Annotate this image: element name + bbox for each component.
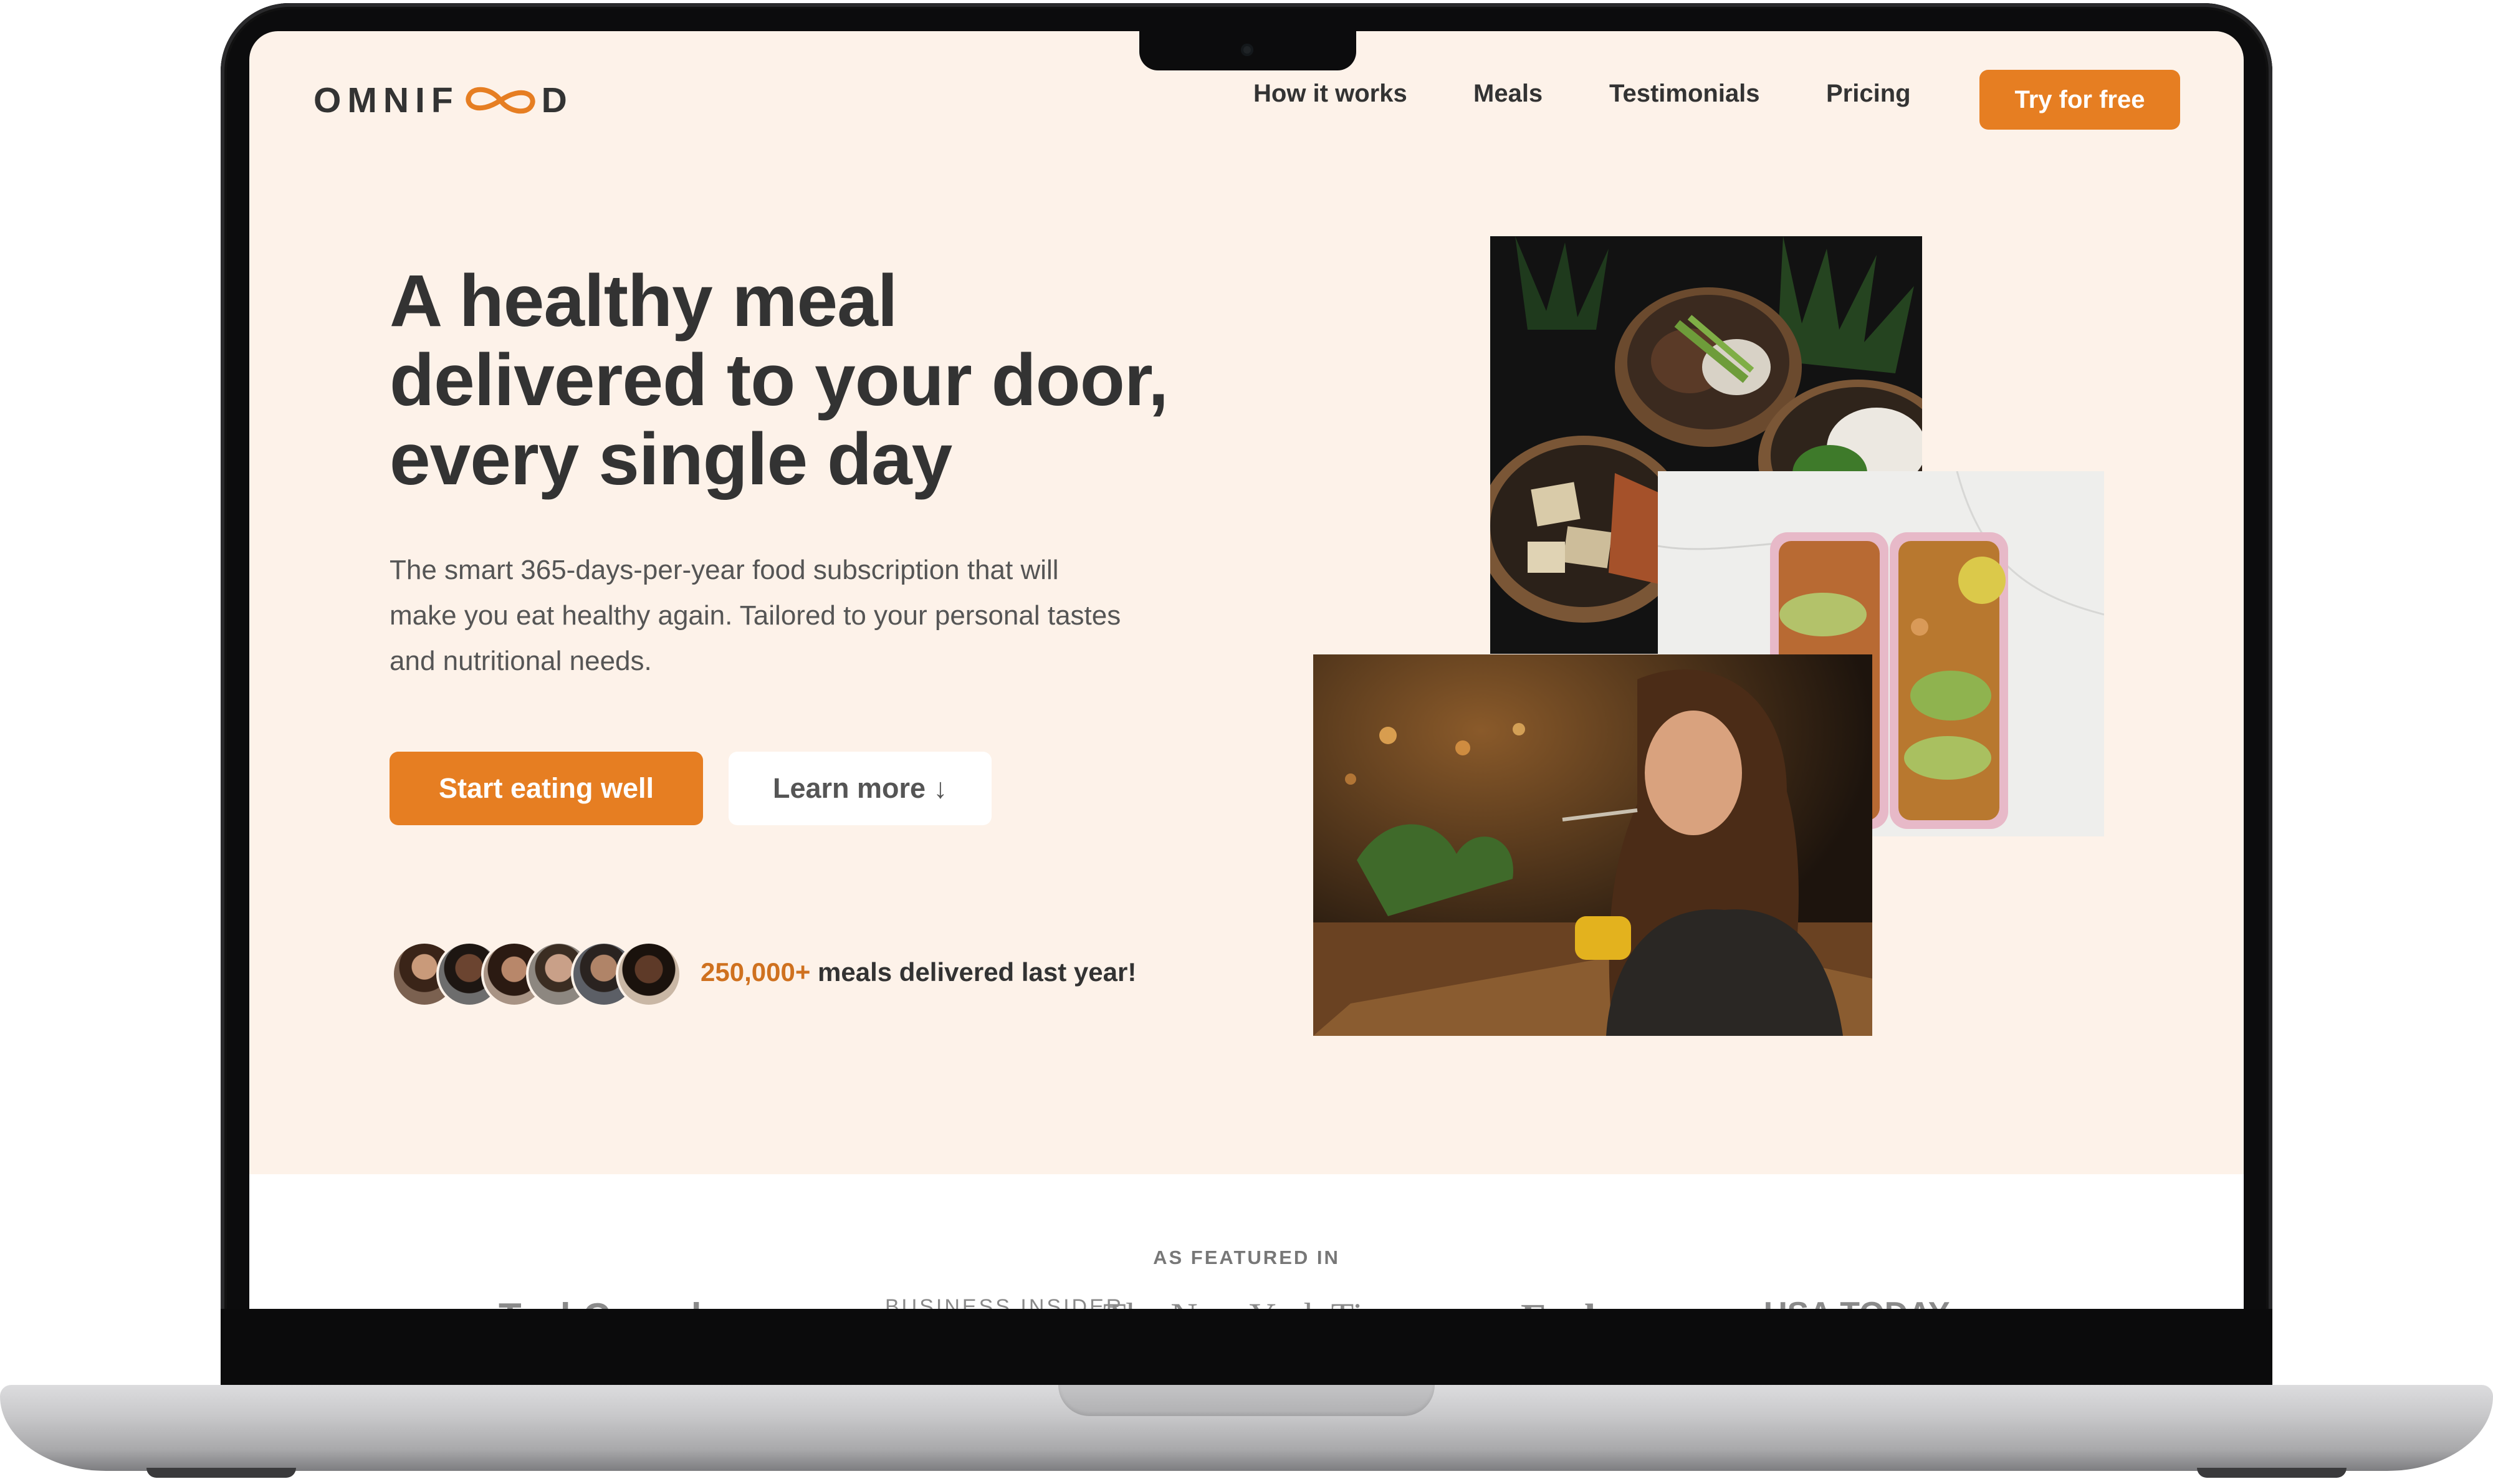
hero-title-line: A healthy meal [390, 260, 897, 342]
laptop-opening-notch [1058, 1385, 1435, 1416]
nav-link-how-it-works[interactable]: How it works [1253, 80, 1407, 108]
hero-description: The smart 365-days-per-year food subscri… [390, 547, 1218, 684]
press-logo-business-insider: BUSINESS INSIDER [885, 1295, 1124, 1310]
press-logo-techcrunch: TechCrunch [499, 1295, 714, 1310]
camera-icon [1241, 44, 1253, 56]
avatar [616, 941, 682, 1007]
hero-description-line: The smart 365-days-per-year food subscri… [390, 555, 1059, 585]
hero-title: A healthy meal delivered to your door, e… [390, 262, 1262, 499]
nav-link-meals[interactable]: Meals [1473, 80, 1543, 108]
omnifood-logo[interactable]: OMNIF D [313, 80, 573, 121]
laptop-foot [146, 1468, 296, 1478]
press-logo-forbes: Forbes [1521, 1295, 1642, 1310]
press-logo-usa-today: USA TODAY [1764, 1295, 1950, 1310]
hero-description-line: make you eat healthy again. Tailored to … [390, 600, 1121, 631]
woman-eating-photo [1313, 654, 1872, 1036]
meals-delivered-label: meals delivered last year! [818, 957, 1137, 987]
start-eating-well-button[interactable]: Start eating well [390, 752, 703, 825]
laptop-foot [2197, 1468, 2347, 1478]
hero-title-line: every single day [390, 418, 952, 500]
press-logo-nyt: The New York Times [1103, 1295, 1423, 1310]
featured-section [249, 1174, 2244, 1311]
hero-description-line: and nutritional needs. [390, 646, 652, 676]
featured-in-label: AS FEATURED IN [1153, 1247, 1340, 1268]
nav-link-pricing[interactable]: Pricing [1826, 80, 1911, 108]
meals-delivered-text: 250,000+ meals delivered last year! [701, 957, 1136, 987]
nav-link-testimonials[interactable]: Testimonials [1609, 80, 1760, 108]
infinity-logo-icon [466, 87, 535, 114]
laptop-chin [221, 1309, 2272, 1387]
meals-delivered-count: 250,000+ [701, 957, 811, 987]
logo-text-left: OMNIF [313, 80, 459, 120]
hero-title-line: delivered to your door, [390, 339, 1169, 421]
logo-text-right: D [541, 80, 573, 120]
try-for-free-button[interactable]: Try for free [1979, 70, 2180, 130]
featured-logos: TechCrunch BUSINESS INSIDER The New York… [492, 1295, 2001, 1310]
learn-more-button[interactable]: Learn more ↓ [729, 752, 992, 825]
